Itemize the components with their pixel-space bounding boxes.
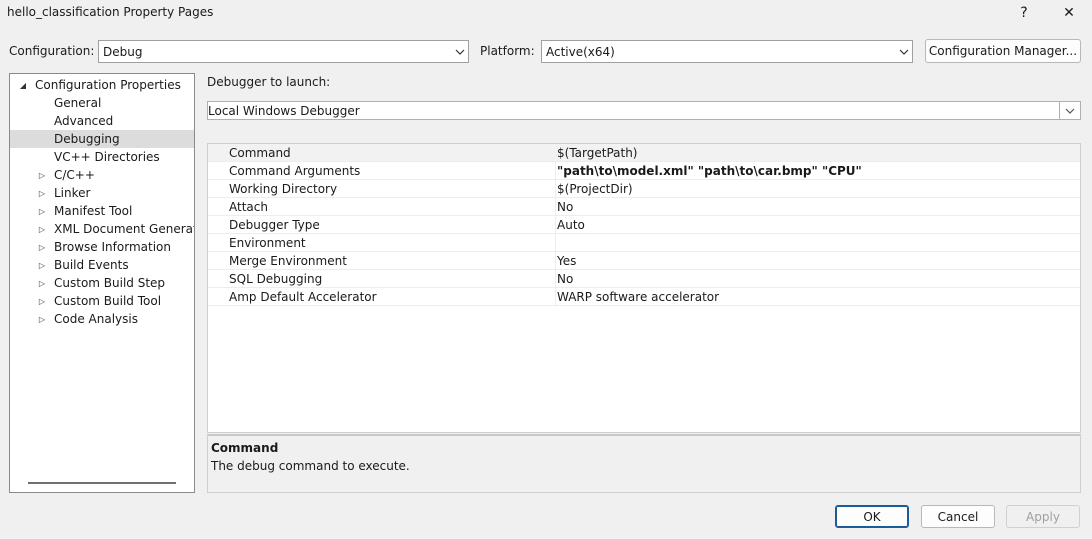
property-value[interactable]: No — [557, 200, 573, 214]
tree-item[interactable]: VC++ Directories — [10, 148, 194, 166]
tree-item-label: Linker — [54, 186, 91, 200]
property-name: SQL Debugging — [229, 272, 323, 286]
configuration-dropdown[interactable]: Debug — [98, 40, 469, 63]
tree-item-label: Manifest Tool — [54, 204, 133, 218]
collapsed-arrow-icon[interactable]: ▷ — [37, 314, 47, 324]
tree-item-label: Code Analysis — [54, 312, 138, 326]
chevron-down-icon — [452, 41, 468, 62]
tree-item-label: Build Events — [54, 258, 129, 272]
tree-root-label: Configuration Properties — [35, 78, 181, 92]
description-title: Command — [211, 441, 279, 455]
collapsed-arrow-icon[interactable]: ▷ — [37, 206, 47, 216]
property-value[interactable]: $(TargetPath) — [557, 146, 637, 160]
tree-item-label: C/C++ — [54, 168, 95, 182]
property-row[interactable]: Command $(TargetPath) — [208, 144, 1080, 162]
tree-item-label: Browse Information — [54, 240, 171, 254]
property-value[interactable]: "path\to\model.xml" "path\to\car.bmp" "C… — [557, 164, 862, 178]
apply-button[interactable]: Apply — [1006, 505, 1080, 528]
expanded-arrow-icon[interactable]: ◢ — [18, 80, 28, 90]
tree-item[interactable]: ▷ Custom Build Step — [10, 274, 194, 292]
debugger-launch-dropdown[interactable]: Local Windows Debugger — [207, 101, 1081, 120]
property-name: Merge Environment — [229, 254, 347, 268]
tree-item[interactable]: ▷ Build Events — [10, 256, 194, 274]
tree-item[interactable]: ▷ Custom Build Tool — [10, 292, 194, 310]
help-button[interactable]: ? — [1006, 2, 1042, 24]
tree-item-label: Custom Build Tool — [54, 294, 162, 308]
property-value[interactable]: WARP software accelerator — [557, 290, 719, 304]
tree-item-label: VC++ Directories — [54, 150, 160, 164]
platform-label: Platform: — [480, 44, 535, 58]
tree-item[interactable]: ▷ Manifest Tool — [10, 202, 194, 220]
description-text: The debug command to execute. — [211, 459, 410, 473]
platform-value: Active(x64) — [546, 44, 615, 59]
property-name: Working Directory — [229, 182, 338, 196]
property-value[interactable]: Auto — [557, 218, 585, 232]
property-row[interactable]: Attach No — [208, 198, 1080, 216]
property-row[interactable]: Amp Default Accelerator WARP software acc… — [208, 288, 1080, 306]
tree-item[interactable]: ▷ C/C++ — [10, 166, 194, 184]
tree-item[interactable]: Debugging — [10, 130, 194, 148]
property-name: Command Arguments — [229, 164, 361, 178]
configuration-manager-button[interactable]: Configuration Manager... — [925, 39, 1081, 63]
debugger-launch-label: Debugger to launch: — [207, 75, 331, 89]
tree-item-label: General — [54, 96, 102, 110]
collapsed-arrow-icon[interactable]: ▷ — [37, 260, 47, 270]
configuration-value: Debug — [103, 44, 143, 59]
platform-dropdown[interactable]: Active(x64) — [541, 40, 913, 63]
collapsed-arrow-icon[interactable]: ▷ — [37, 188, 47, 198]
tree-item[interactable]: ▷ Code Analysis — [10, 310, 194, 328]
property-name: Command — [229, 146, 291, 160]
property-name: Amp Default Accelerator — [229, 290, 377, 304]
property-row[interactable]: Working Directory $(ProjectDir) — [208, 180, 1080, 198]
ok-button[interactable]: OK — [835, 505, 909, 528]
tree-item-label: Debugging — [54, 132, 120, 146]
tree-item[interactable]: ▷ XML Document Generator — [10, 220, 194, 238]
tree-item-label: Custom Build Step — [54, 276, 166, 290]
property-value[interactable]: $(ProjectDir) — [557, 182, 633, 196]
tree-item[interactable]: General — [10, 94, 194, 112]
description-panel: Command The debug command to execute. — [207, 434, 1081, 493]
tree-item[interactable]: Advanced — [10, 112, 194, 130]
property-row[interactable]: Debugger Type Auto — [208, 216, 1080, 234]
window-title: hello_classification Property Pages — [7, 5, 214, 19]
chevron-down-icon — [896, 41, 912, 62]
collapsed-arrow-icon[interactable]: ▷ — [37, 296, 47, 306]
tree-item-label: XML Document Generator — [54, 222, 195, 236]
property-tree[interactable]: ◢ Configuration Properties General Advanc… — [9, 73, 195, 493]
property-name: Debugger Type — [229, 218, 320, 232]
property-value[interactable]: Yes — [557, 254, 576, 268]
property-row[interactable]: SQL Debugging No — [208, 270, 1080, 288]
property-name: Attach — [229, 200, 268, 214]
configuration-label: Configuration: — [9, 44, 95, 58]
collapsed-arrow-icon[interactable]: ▷ — [37, 242, 47, 252]
tree-item[interactable]: ▷ Linker — [10, 184, 194, 202]
property-grid[interactable]: Command $(TargetPath) Command Arguments "pa… — [207, 143, 1081, 433]
debugger-launch-value: Local Windows Debugger — [208, 102, 1060, 119]
tree-root-configuration-properties[interactable]: ◢ Configuration Properties — [10, 76, 194, 94]
property-row[interactable]: Merge Environment Yes — [208, 252, 1080, 270]
tree-item[interactable]: ▷ Browse Information — [10, 238, 194, 256]
chevron-down-icon — [1060, 102, 1080, 119]
tree-item-label: Advanced — [54, 114, 114, 128]
cancel-button[interactable]: Cancel — [921, 505, 995, 528]
close-button[interactable]: ✕ — [1051, 2, 1087, 24]
collapsed-arrow-icon[interactable]: ▷ — [37, 278, 47, 288]
property-row[interactable]: Command Arguments "path\to\model.xml" "pa… — [208, 162, 1080, 180]
property-row[interactable]: Environment — [208, 234, 1080, 252]
property-value[interactable]: No — [557, 272, 573, 286]
property-name: Environment — [229, 236, 306, 250]
horizontal-scrollbar[interactable] — [28, 482, 176, 484]
collapsed-arrow-icon[interactable]: ▷ — [37, 170, 47, 180]
collapsed-arrow-icon[interactable]: ▷ — [37, 224, 47, 234]
